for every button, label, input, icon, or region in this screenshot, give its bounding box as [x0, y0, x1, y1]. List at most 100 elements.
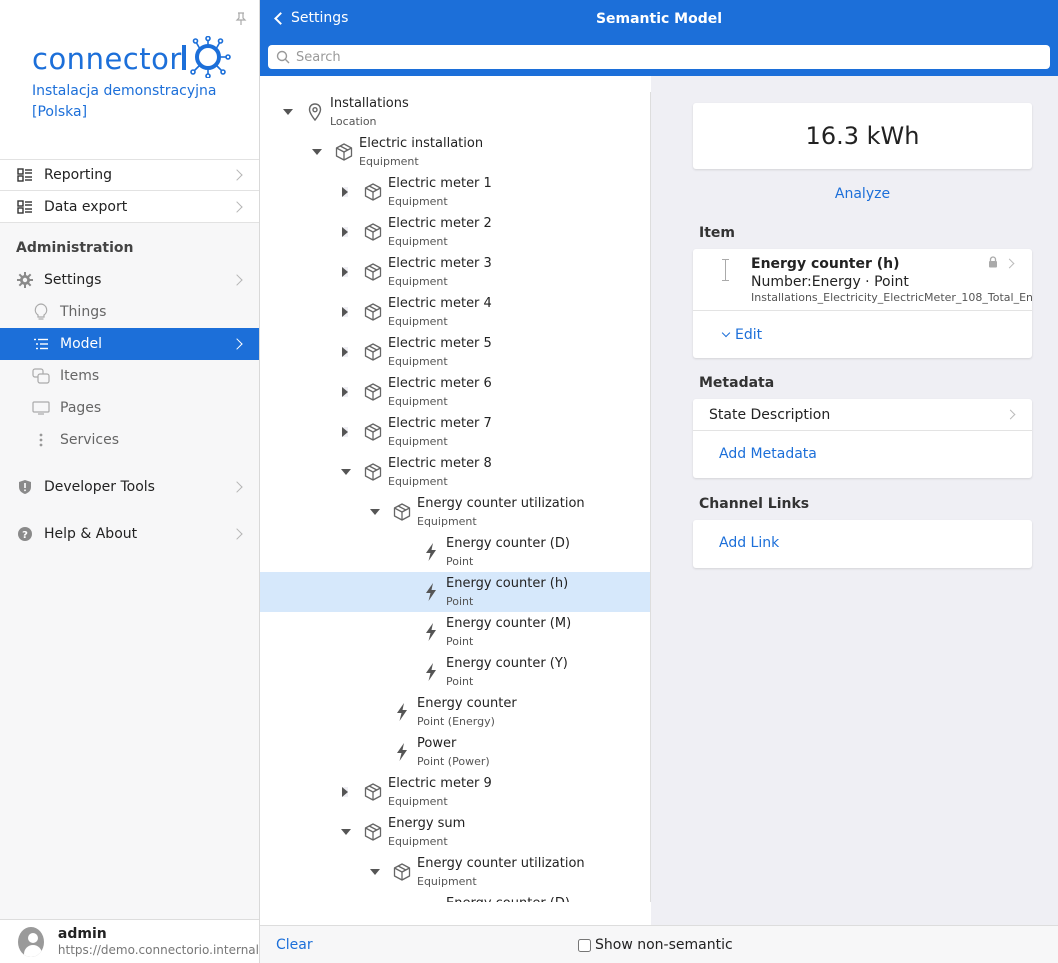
tree-node[interactable]: Electric meter 8 Equipment [260, 452, 650, 492]
sidebar-item-pages[interactable]: Pages [0, 392, 259, 424]
tree-node-subtitle: Equipment [417, 875, 477, 888]
installation-link[interactable]: Instalacja demonstracyjna [Polska] [32, 81, 232, 123]
chevron-right-icon [231, 200, 243, 213]
tree-node-title: Energy counter (M) [446, 616, 572, 631]
tree-node[interactable]: Energy counter (D) Point [260, 532, 650, 572]
tree-node[interactable]: Electric meter 7 Equipment [260, 412, 650, 452]
caret-right-icon[interactable] [342, 307, 348, 317]
chevron-down-icon [721, 328, 731, 338]
caret-right-icon[interactable] [342, 347, 348, 357]
tree-node-title: Electric meter 2 [388, 216, 492, 231]
tree-node-subtitle: Equipment [388, 355, 448, 368]
caret-down-icon[interactable] [341, 469, 351, 475]
caret-down-icon[interactable] [370, 869, 380, 875]
tree-node-subtitle: Point (Energy) [417, 715, 495, 728]
tree-node[interactable]: Energy counter utilization Equipment [260, 492, 650, 532]
tree-node[interactable]: Energy sum Equipment [260, 812, 650, 852]
search-input[interactable] [296, 49, 1050, 65]
tree-node-subtitle: Location [330, 115, 377, 128]
menu-item-label: Developer Tools [44, 479, 155, 495]
equipment-icon [392, 502, 412, 522]
caret-down-icon[interactable] [370, 509, 380, 515]
tree-node[interactable]: Electric meter 9 Equipment [260, 772, 650, 812]
item-section-title: Item [699, 225, 735, 241]
tree-node-subtitle: Point (Power) [417, 755, 490, 768]
tree-node[interactable]: Energy counter Point (Energy) [260, 692, 650, 732]
tree-node-title: Energy sum [388, 816, 466, 831]
back-button[interactable]: Settings [274, 10, 348, 26]
chevron-right-icon [1004, 258, 1015, 269]
clear-button[interactable]: Clear [276, 937, 313, 953]
lightning-icon [421, 662, 441, 682]
item-type: Number:Energy · Point [751, 274, 909, 290]
menu-item-data-export[interactable]: Data export [0, 191, 259, 223]
menu-item-help-about[interactable]: ? Help & About [0, 518, 259, 550]
show-non-semantic-toggle[interactable]: Show non-semantic [578, 937, 733, 953]
sidebar-item-items[interactable]: Items [0, 360, 259, 392]
more-vertical-icon [32, 431, 50, 449]
search-bar[interactable] [268, 45, 1050, 69]
tree-node-title: Electric meter 1 [388, 176, 492, 191]
tree-node[interactable]: Electric meter 5 Equipment [260, 332, 650, 372]
tree-node[interactable]: Electric installation Equipment [260, 132, 650, 172]
tree-node[interactable]: Electric meter 2 Equipment [260, 212, 650, 252]
caret-right-icon[interactable] [342, 787, 348, 797]
edit-button[interactable]: Edit [721, 327, 762, 343]
tree-node-subtitle: Equipment [388, 435, 448, 448]
tree-node-subtitle: Equipment [388, 235, 448, 248]
tree-node[interactable]: Electric meter 4 Equipment [260, 292, 650, 332]
tree-node-title: Energy counter (h) [446, 576, 569, 591]
menu-item-developer-tools[interactable]: Developer Tools [0, 471, 259, 503]
topbar: Semantic Model Settings [260, 0, 1058, 76]
tree-node-title: Electric meter 6 [388, 376, 492, 391]
channel-links-section-title: Channel Links [699, 496, 810, 512]
chevron-right-icon [231, 481, 243, 493]
tree-node[interactable]: Energy counter (h) Point [260, 572, 650, 612]
caret-right-icon[interactable] [342, 267, 348, 277]
menu-item-reporting[interactable]: Reporting [0, 159, 259, 191]
analyze-button[interactable]: Analyze [693, 186, 1032, 202]
item-row[interactable]: Energy counter (h) Number:Energy · Point… [693, 249, 1032, 311]
tree-node-subtitle: Equipment [388, 395, 448, 408]
tree-node[interactable]: Energy counter (Y) Point [260, 652, 650, 692]
caret-right-icon[interactable] [342, 387, 348, 397]
tree-node-title: Electric meter 3 [388, 256, 492, 271]
tree-node[interactable]: Electric meter 6 Equipment [260, 372, 650, 412]
caret-down-icon[interactable] [283, 109, 293, 115]
tree-node[interactable]: Electric meter 1 Equipment [260, 172, 650, 212]
lightning-icon [421, 542, 441, 562]
tree-node[interactable]: Energy counter (M) Point [260, 612, 650, 652]
tree-node[interactable]: Energy counter utilization Equipment [260, 852, 650, 892]
caret-down-icon[interactable] [341, 829, 351, 835]
sidebar: connector Instalacja demonstracyjna [Pol… [0, 0, 260, 963]
add-metadata-button[interactable]: Add Metadata [719, 446, 817, 462]
tree-node[interactable]: Electric meter 3 Equipment [260, 252, 650, 292]
state-description-row[interactable]: State Description [693, 399, 1032, 431]
user-bar[interactable]: admin https://demo.connectorio.internal [0, 919, 259, 963]
tree-node-title: Electric meter 8 [388, 456, 492, 471]
tree-node[interactable]: Installations Location [260, 92, 650, 132]
sidebar-item-model[interactable]: Model [0, 328, 259, 360]
page-title: Semantic Model [595, 11, 723, 27]
tree-node-subtitle: Equipment [417, 515, 477, 528]
semantic-tree: Installations Location Electric installati… [260, 92, 651, 902]
caret-right-icon[interactable] [342, 227, 348, 237]
caret-down-icon[interactable] [312, 149, 322, 155]
menu-item-settings[interactable]: Settings [0, 264, 259, 296]
add-link-button[interactable]: Add Link [719, 535, 779, 551]
tree-node[interactable]: Power Point (Power) [260, 732, 650, 772]
sidebar-item-things[interactable]: Things [0, 296, 259, 328]
show-non-semantic-checkbox[interactable] [578, 938, 591, 952]
chevron-right-icon [231, 274, 243, 286]
tree-node[interactable]: Energy counter (D) [260, 892, 650, 902]
caret-right-icon[interactable] [342, 427, 348, 437]
metadata-section-title: Metadata [699, 375, 775, 391]
pin-icon[interactable] [235, 12, 247, 26]
sidebar-item-services[interactable]: Services [0, 424, 259, 456]
detail-panel: 16.3 kWh Analyze Item Energy counter (h)… [651, 76, 1058, 925]
shield-icon [16, 478, 34, 496]
tree-node-title: Energy counter (D) [446, 536, 570, 551]
state-card[interactable]: 16.3 kWh [693, 103, 1032, 169]
sidebar-item-label: Pages [60, 400, 102, 416]
caret-right-icon[interactable] [342, 187, 348, 197]
